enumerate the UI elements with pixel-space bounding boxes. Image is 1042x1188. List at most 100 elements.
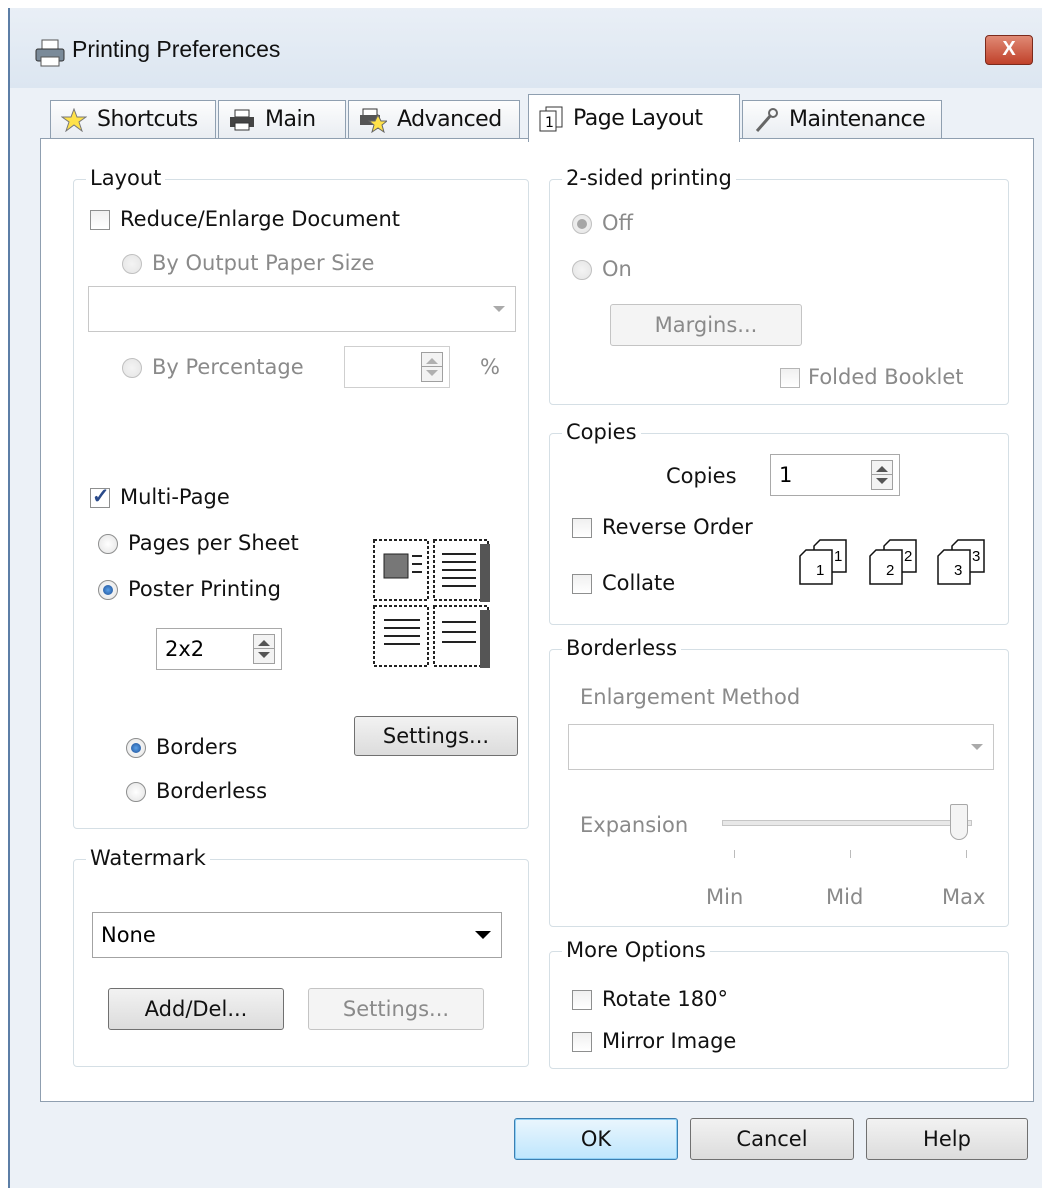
- wrench-icon: [755, 107, 778, 132]
- poster-printing-label: Poster Printing: [128, 577, 281, 601]
- borders-radio[interactable]: [126, 738, 146, 758]
- borderless-label: Borderless: [156, 779, 268, 803]
- rotate-180-label: Rotate 180°: [602, 987, 729, 1011]
- group-title: Copies: [562, 420, 641, 444]
- tab-advanced[interactable]: Advanced: [348, 100, 520, 138]
- tab-label: Page Layout: [573, 106, 703, 131]
- layout-group: Layout Reduce/Enlarge Document By Output…: [73, 166, 529, 829]
- chevron-down-icon: [475, 931, 491, 939]
- scale-mid-label: Mid: [826, 885, 864, 909]
- tab-label: Shortcuts: [97, 107, 198, 132]
- group-title: 2-sided printing: [562, 166, 736, 190]
- multi-page-checkbox[interactable]: [90, 484, 110, 509]
- advanced-settings-icon: [360, 108, 387, 133]
- output-paper-size-select[interactable]: [88, 286, 516, 332]
- reduce-enlarge-label: Reduce/Enlarge Document: [120, 207, 401, 231]
- chevron-down-icon: [493, 306, 505, 312]
- multi-page-label: Multi-Page: [120, 485, 230, 509]
- enlargement-method-select[interactable]: [568, 724, 994, 770]
- help-button[interactable]: Help: [866, 1118, 1028, 1160]
- expansion-label: Expansion: [580, 813, 689, 837]
- page-number: 3: [954, 562, 963, 579]
- by-percentage-radio[interactable]: [122, 358, 142, 378]
- slider-tick: [734, 850, 735, 858]
- spin-arrows-icon[interactable]: [871, 460, 893, 490]
- tab-label: Main: [265, 107, 316, 132]
- copies-label: Copies: [666, 464, 737, 488]
- title-bar: Printing Preferences X: [10, 8, 1042, 88]
- by-output-paper-size-label: By Output Paper Size: [152, 251, 375, 275]
- spinner-value: 2x2: [165, 637, 205, 661]
- star-icon: [61, 107, 87, 132]
- poster-size-spinner[interactable]: 2x2: [156, 628, 282, 670]
- page-number: 1: [816, 562, 825, 579]
- reverse-order-checkbox[interactable]: [572, 518, 592, 538]
- poster-printing-radio[interactable]: [98, 580, 118, 600]
- two-sided-on-label: On: [602, 257, 632, 281]
- chevron-down-icon: [971, 744, 983, 750]
- tab-shortcuts[interactable]: Shortcuts: [50, 100, 216, 138]
- margins-button[interactable]: Margins...: [610, 304, 802, 346]
- spin-arrows-icon[interactable]: [421, 352, 443, 382]
- watermark-settings-button[interactable]: Settings...: [308, 988, 484, 1030]
- select-value: None: [101, 923, 156, 947]
- poster-preview-icon: [373, 539, 490, 668]
- page-number: 3: [972, 548, 981, 565]
- expansion-slider-thumb[interactable]: [950, 804, 968, 840]
- watermark-select[interactable]: None: [92, 912, 502, 958]
- percent-sign: %: [480, 355, 500, 379]
- two-sided-on-radio[interactable]: [572, 260, 592, 280]
- pages-per-sheet-radio[interactable]: [98, 534, 118, 554]
- slider-tick: [966, 850, 967, 858]
- layout-settings-button[interactable]: Settings...: [354, 716, 518, 756]
- rotate-180-checkbox[interactable]: [572, 990, 592, 1010]
- folded-booklet-checkbox[interactable]: [780, 368, 800, 388]
- tab-label: Maintenance: [789, 107, 926, 132]
- collate-sample-page-2-icon: 2 2: [868, 538, 932, 586]
- expansion-slider-track[interactable]: [722, 820, 972, 826]
- printer-icon: [230, 109, 254, 130]
- more-options-group: More Options Rotate 180° Mirror Image: [549, 938, 1009, 1069]
- by-output-paper-size-radio[interactable]: [122, 254, 142, 274]
- borderless-radio[interactable]: [126, 782, 146, 802]
- ok-button[interactable]: OK: [514, 1118, 678, 1160]
- tab-maintenance[interactable]: Maintenance: [742, 100, 942, 138]
- folded-booklet-label: Folded Booklet: [808, 365, 964, 389]
- scale-min-label: Min: [706, 885, 744, 909]
- page-number: 1: [834, 548, 843, 565]
- group-title: Borderless: [562, 636, 682, 660]
- two-sided-off-label: Off: [602, 211, 633, 235]
- cancel-button[interactable]: Cancel: [690, 1118, 854, 1160]
- collate-checkbox[interactable]: [572, 574, 592, 594]
- window-title: Printing Preferences: [72, 36, 281, 62]
- group-title: Layout: [86, 166, 166, 190]
- by-percentage-label: By Percentage: [152, 355, 304, 379]
- scale-max-label: Max: [942, 885, 986, 909]
- reverse-order-label: Reverse Order: [602, 515, 753, 539]
- page-layout-icon: 1: [539, 106, 563, 131]
- tab-page-layout[interactable]: 1 Page Layout: [528, 94, 740, 142]
- add-del-button[interactable]: Add/Del...: [108, 988, 284, 1030]
- enlargement-method-label: Enlargement Method: [580, 685, 801, 709]
- spin-arrows-icon[interactable]: [253, 634, 275, 664]
- borderless-group: Borderless Enlargement Method Expansion …: [549, 636, 1009, 927]
- printing-preferences-window: Printing Preferences X Shortcuts Main Ad…: [8, 8, 1042, 1188]
- two-sided-printing-group: 2-sided printing Off On Margins... Folde…: [549, 166, 1009, 405]
- reduce-enlarge-checkbox[interactable]: [90, 210, 110, 230]
- watermark-group: Watermark None Add/Del... Settings...: [73, 846, 529, 1067]
- copies-group: Copies Copies 1 Reverse Order Collate 1 …: [549, 420, 1009, 625]
- close-button[interactable]: X: [985, 35, 1033, 65]
- copies-spinner[interactable]: 1: [770, 454, 900, 496]
- pages-per-sheet-label: Pages per Sheet: [128, 531, 299, 555]
- mirror-image-checkbox[interactable]: [572, 1032, 592, 1052]
- page-number: 2: [904, 548, 913, 565]
- collate-sample-page-1-icon: 1 1: [798, 538, 862, 586]
- page-number: 2: [886, 562, 895, 579]
- two-sided-off-radio[interactable]: [572, 214, 592, 234]
- collate-sample-page-3-icon: 3 3: [936, 538, 1000, 586]
- mirror-image-label: Mirror Image: [602, 1029, 737, 1053]
- collate-label: Collate: [602, 571, 676, 595]
- slider-tick: [850, 850, 851, 858]
- tab-main[interactable]: Main: [218, 100, 346, 138]
- percentage-spinner[interactable]: [344, 346, 450, 388]
